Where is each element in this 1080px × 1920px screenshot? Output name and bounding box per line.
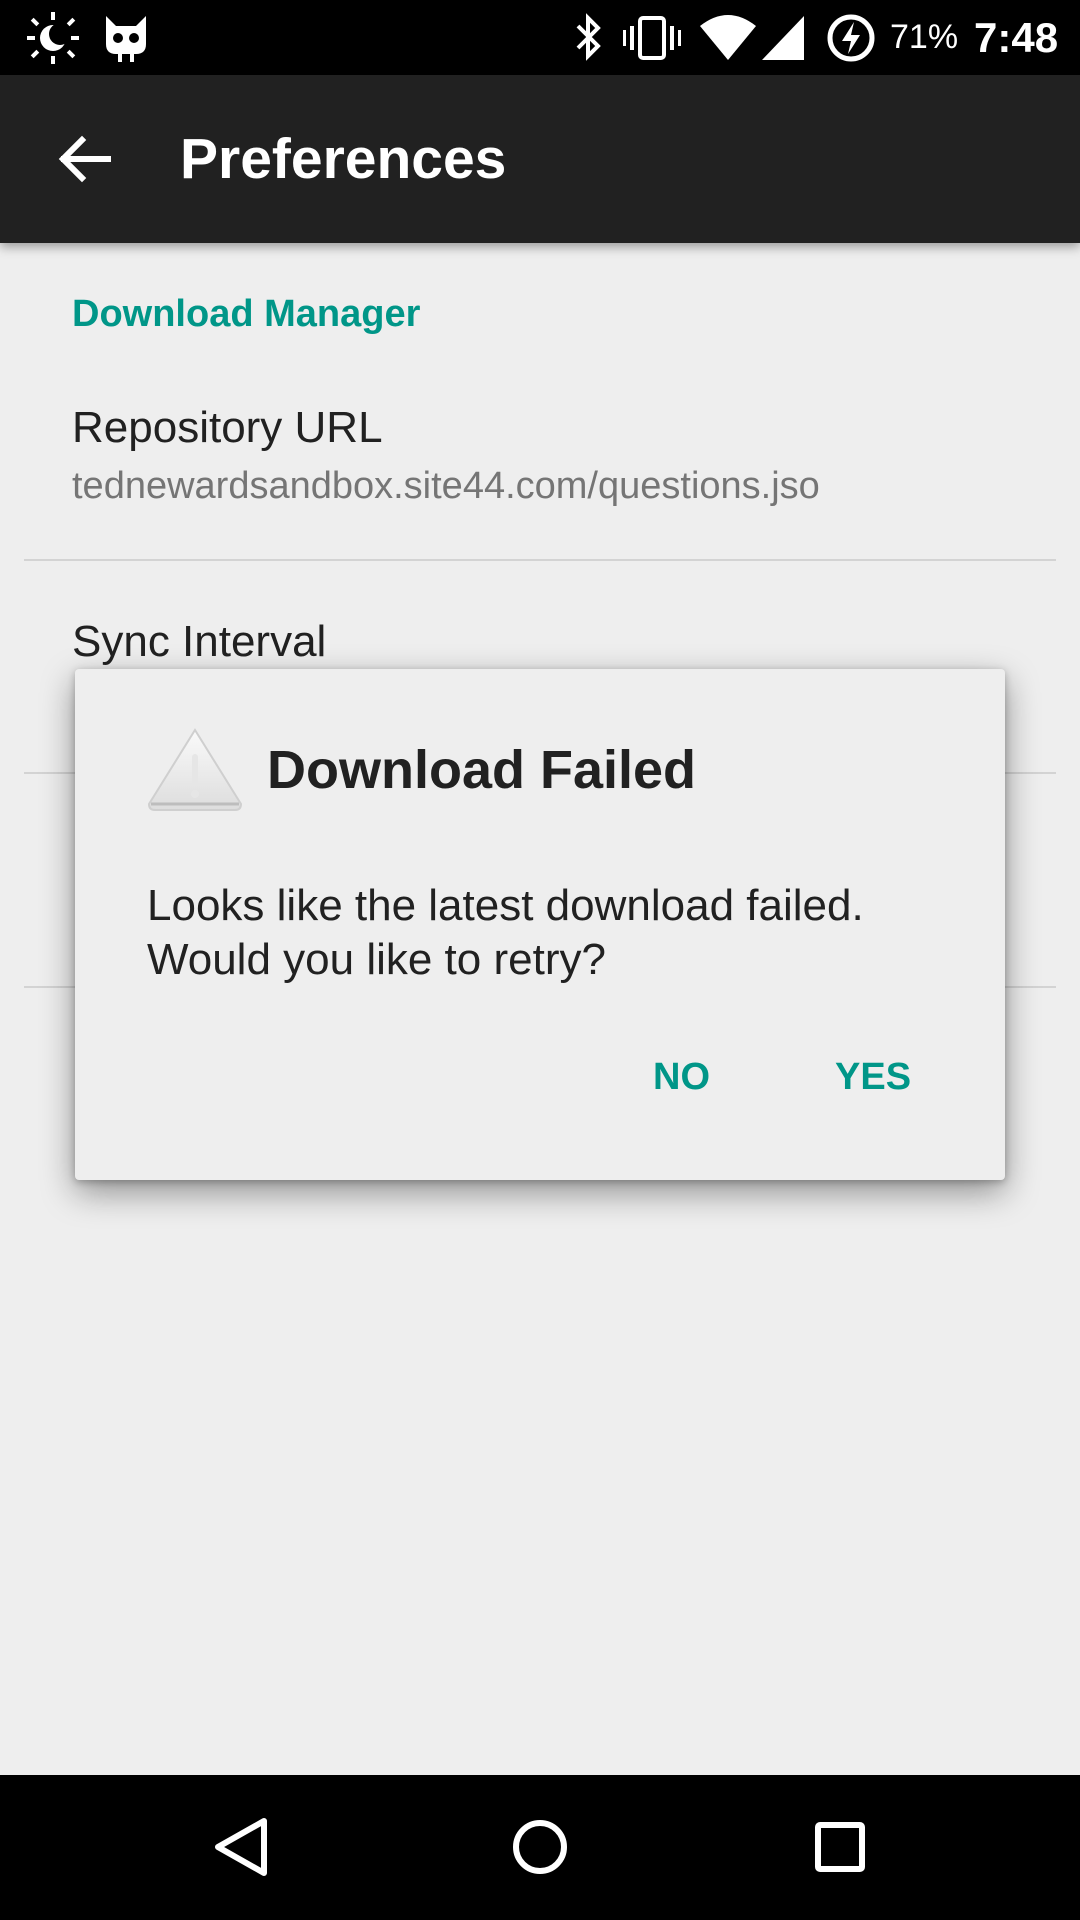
recents-square-icon[interactable] (800, 1807, 880, 1887)
home-circle-icon[interactable] (500, 1807, 580, 1887)
navigation-bar (0, 1775, 1080, 1920)
dialog-title: Download Failed (267, 740, 697, 800)
dialog-message: Looks like the latest download failed. W… (147, 881, 864, 984)
no-button[interactable]: NO (633, 1029, 730, 1125)
warning-icon (147, 728, 243, 811)
yes-button[interactable]: YES (815, 1029, 931, 1125)
download-failed-dialog: Download Failed Looks like the latest do… (75, 669, 1005, 1180)
back-triangle-icon[interactable] (200, 1807, 280, 1887)
